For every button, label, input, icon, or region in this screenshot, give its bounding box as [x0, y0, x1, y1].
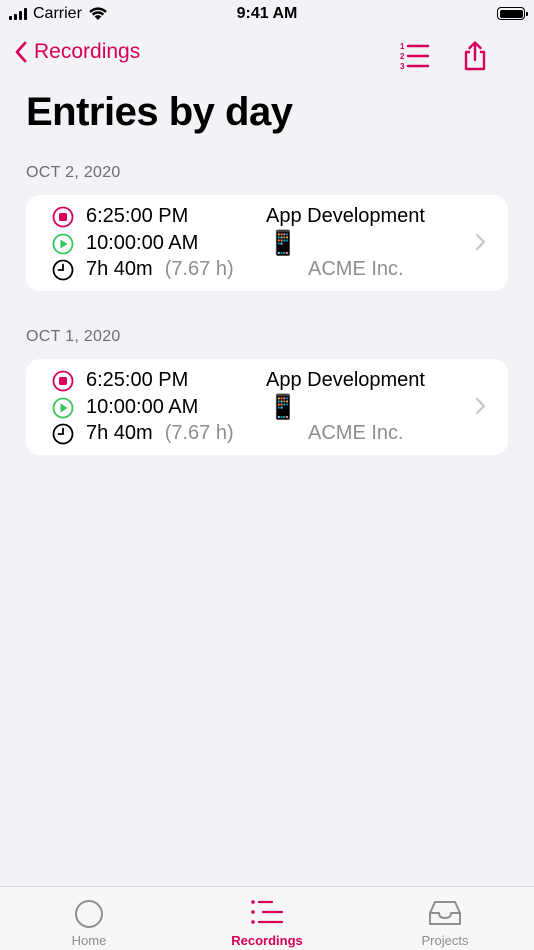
- tab-label: Home: [71, 933, 107, 948]
- status-time: 9:41 AM: [236, 5, 298, 22]
- list-icon: [251, 900, 284, 924]
- share-icon[interactable]: [459, 40, 491, 72]
- duration-row: 7h 40m (7.67 h): [52, 258, 234, 281]
- svg-text:3: 3: [400, 62, 405, 71]
- back-button[interactable]: Recordings: [14, 40, 140, 64]
- back-button-label: Recordings: [34, 40, 141, 63]
- svg-text:2: 2: [400, 52, 405, 61]
- chevron-right-icon: [475, 233, 486, 251]
- clock-icon: [52, 259, 74, 280]
- screen: Carrier 9:41 AM Recordings 1 2 3 Entries…: [0, 0, 534, 950]
- client-name: ACME Inc.: [308, 422, 404, 444]
- end-time: 6:25:00 PM: [86, 205, 189, 227]
- tab-recordings[interactable]: Recordings: [202, 887, 332, 950]
- play-icon: [52, 397, 74, 418]
- section-date: OCT 1, 2020: [26, 328, 121, 345]
- tab-label: Projects: [421, 933, 469, 948]
- tab-label: Recordings: [231, 933, 303, 948]
- circle-icon: [75, 900, 103, 928]
- entry-card[interactable]: 6:25:00 PM 10:00:00 AM 7h 40m (7.67 h) A…: [26, 195, 508, 291]
- end-time-row: 6:25:00 PM: [52, 205, 188, 228]
- project-name: App Development: [266, 205, 425, 227]
- end-time: 6:25:00 PM: [86, 369, 189, 391]
- tab-projects[interactable]: Projects: [380, 887, 510, 950]
- chevron-right-icon: [475, 397, 486, 415]
- client-name: ACME Inc.: [308, 258, 404, 280]
- start-time-row: 10:00:00 AM: [52, 232, 198, 255]
- end-time-row: 6:25:00 PM: [52, 369, 188, 392]
- duration-hours: (7.67 h): [164, 422, 234, 444]
- battery-icon: [497, 7, 528, 20]
- duration: 7h 40m: [86, 422, 153, 444]
- section-date: OCT 2, 2020: [26, 164, 121, 181]
- tray-icon: [429, 901, 461, 925]
- stop-icon: [52, 370, 74, 391]
- numbered-list-icon[interactable]: 1 2 3: [398, 40, 430, 72]
- svg-text:1: 1: [400, 42, 405, 51]
- phone-emoji-icon: 📱: [268, 230, 298, 257]
- tab-bar: Home Recordings Projects: [0, 886, 534, 950]
- status-bar: Carrier 9:41 AM: [0, 0, 534, 30]
- chevron-left-icon: [15, 41, 27, 63]
- duration-hours: (7.67 h): [164, 258, 234, 280]
- stop-icon: [52, 206, 74, 227]
- clock-icon: [52, 423, 74, 444]
- nav-bar: Recordings 1 2 3: [0, 30, 534, 80]
- duration-row: 7h 40m (7.67 h): [52, 422, 234, 445]
- duration: 7h 40m: [86, 258, 153, 280]
- play-icon: [52, 233, 74, 254]
- start-time: 10:00:00 AM: [86, 396, 199, 418]
- phone-emoji-icon: 📱: [268, 394, 298, 421]
- tab-home[interactable]: Home: [24, 887, 154, 950]
- start-time-row: 10:00:00 AM: [52, 396, 198, 419]
- project-name: App Development: [266, 369, 425, 391]
- start-time: 10:00:00 AM: [86, 232, 199, 254]
- entry-card[interactable]: 6:25:00 PM 10:00:00 AM 7h 40m (7.67 h) A…: [26, 359, 508, 455]
- page-title: Entries by day: [26, 90, 293, 134]
